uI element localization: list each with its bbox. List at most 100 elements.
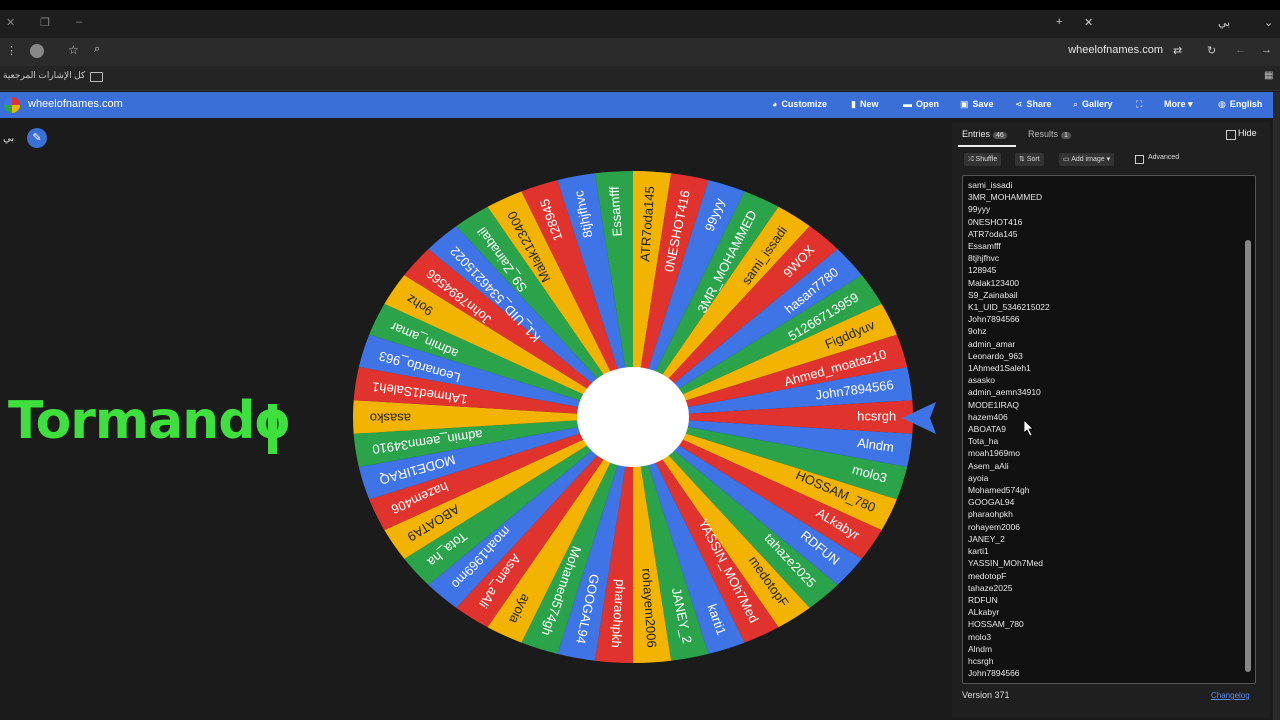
entry-line: admin_amar: [968, 338, 1016, 349]
entry-line: JANEY_2: [968, 533, 1005, 544]
fullscreen-button[interactable]: ⛶: [1136, 99, 1146, 110]
entry-line: John7894566: [968, 668, 1020, 679]
add-image-button[interactable]: ▭ Add image ▾: [1059, 153, 1115, 166]
mouse-cursor-icon: [1024, 420, 1034, 436]
wheel-label: hcsrgh: [857, 408, 896, 423]
tab-entries[interactable]: Entries 46: [962, 129, 1007, 139]
entry-line: K1_UID_5346215022: [968, 302, 1050, 313]
close-window-icon[interactable]: ✕: [6, 16, 15, 29]
forward-icon[interactable]: ←: [1235, 44, 1246, 56]
wheel-pointer-icon: [902, 402, 936, 434]
save-button[interactable]: ▣ Save: [960, 99, 994, 110]
language-button[interactable]: ◍ English: [1218, 99, 1262, 110]
all-bookmarks-label[interactable]: كل الإشارات المرجعية: [3, 70, 85, 81]
entry-line: Asem_aAli: [968, 460, 1009, 471]
results-count-badge: 1: [1061, 132, 1071, 139]
entry-line: Alndm: [968, 643, 993, 654]
apps-grid-icon[interactable]: ▦: [1264, 70, 1273, 81]
search-icon: ⌕: [1073, 99, 1079, 109]
entry-line: molo3: [968, 631, 992, 642]
image-icon: ▭: [1063, 156, 1072, 163]
entry-line: Tota_ha: [968, 436, 999, 447]
wheel-center-button[interactable]: [577, 367, 689, 467]
edit-title-button[interactable]: ✎: [27, 128, 47, 148]
save-icon: ▣: [960, 99, 969, 109]
page-scrollbar[interactable]: [1273, 92, 1280, 720]
customize-button[interactable]: ◕ Customize: [772, 99, 827, 109]
entry-line: YASSIN_MOh7Med: [968, 558, 1043, 569]
entry-line: 9ohz: [968, 326, 987, 337]
tab-results[interactable]: Results 1: [1028, 129, 1071, 139]
profile-avatar-icon[interactable]: [30, 44, 44, 58]
zoom-icon[interactable]: ⌕: [94, 43, 100, 56]
advanced-label: Advanced: [1148, 154, 1180, 161]
pencil-icon: ✎: [32, 132, 42, 144]
overlay-tormando-text: Tormando: [8, 391, 290, 451]
entries-scrollbar-thumb[interactable]: [1245, 240, 1251, 672]
share-icon: ⋖: [1015, 99, 1023, 109]
entry-line: admin_aemn34910: [968, 387, 1041, 398]
entry-line: ABOATA9: [968, 424, 1006, 435]
entry-line: Leonardo_963: [968, 350, 1023, 361]
entry-line: karti1: [968, 546, 989, 557]
tab-menu-icon[interactable]: ⌄: [1264, 16, 1273, 29]
shuffle-icon: ⤮: [968, 156, 976, 163]
tab-title[interactable]: بي: [1218, 16, 1230, 29]
minimize-window-icon[interactable]: –: [76, 16, 82, 28]
restore-window-icon[interactable]: ❐: [40, 16, 50, 29]
shuffle-button[interactable]: ⤮ Shuffle: [964, 153, 1002, 166]
entry-line: 3MR_MOHAMMED: [968, 192, 1043, 203]
entry-line: HOSSAM_780: [968, 619, 1024, 630]
entry-line: MODE1IRAQ: [968, 399, 1020, 410]
back-icon[interactable]: →: [1261, 44, 1272, 56]
bookmark-star-icon[interactable]: ☆: [68, 43, 79, 57]
brand-name[interactable]: wheelofnames.com: [28, 98, 123, 110]
entry-line: ATR7oda145: [968, 228, 1018, 239]
hide-label: Hide: [1238, 128, 1257, 138]
entry-line: 1Ahmed1Saleh1: [968, 363, 1031, 374]
new-tab-icon[interactable]: +: [1056, 16, 1062, 28]
sort-icon: ⇅: [1019, 156, 1027, 163]
entry-line: pharaohpkh: [968, 509, 1013, 520]
url-text[interactable]: wheelofnames.com: [1068, 44, 1163, 56]
close-tab-icon[interactable]: ✕: [1084, 16, 1093, 29]
changelog-link[interactable]: Changelog: [1211, 691, 1250, 700]
more-button[interactable]: More ▾: [1164, 99, 1193, 110]
entry-line: ayoia: [968, 472, 989, 483]
share-button[interactable]: ⋖ Share: [1015, 99, 1052, 110]
text-cursor: [268, 404, 277, 454]
os-title-bar: [0, 0, 1280, 10]
sort-button[interactable]: ⇅ Sort: [1015, 153, 1044, 166]
wheel-label: asasko: [370, 411, 411, 426]
entry-line: 99yyy: [968, 204, 991, 215]
address-bar[interactable]: [110, 41, 1195, 63]
entries-list[interactable]: sami_issadi 3MR_MOHAMMED 99yyy 0NESHOT416 AT…: [968, 179, 1050, 679]
entry-line: rohayem2006: [968, 521, 1020, 532]
new-button[interactable]: ▮ New: [851, 99, 878, 110]
entry-line: asasko: [968, 375, 995, 386]
entry-line: Malak123400: [968, 277, 1020, 288]
advanced-checkbox[interactable]: [1135, 155, 1144, 164]
entry-line: GOOGAL94: [968, 497, 1015, 508]
site-settings-icon[interactable]: ⇄: [1173, 44, 1182, 57]
hide-checkbox[interactable]: [1226, 130, 1236, 140]
open-button[interactable]: ▬ Open: [903, 99, 939, 109]
entry-line: Mohamed574gh: [968, 485, 1030, 496]
entry-line: Essamfff: [968, 241, 1001, 252]
fullscreen-icon: ⛶: [1136, 99, 1143, 109]
browser-tab-strip: ✕ ❐ – + ✕ بي ⌄: [0, 10, 1280, 38]
entry-line: 8tjhjfhvc: [968, 253, 1000, 264]
gallery-button[interactable]: ⌕ Gallery: [1073, 99, 1113, 110]
globe-icon: ◍: [1218, 99, 1226, 109]
name-wheel[interactable]: hcsrghAlndmmolo3HOSSAM_780ALkabyrRDFUNta…: [350, 168, 916, 664]
wheel-title: بي: [3, 133, 15, 144]
reload-icon[interactable]: ↻: [1207, 44, 1216, 57]
entry-line: sami_issadi: [968, 180, 1013, 190]
entry-line: 0NESHOT416: [968, 216, 1023, 227]
entry-line: John7894566: [968, 314, 1020, 325]
active-tab-indicator: [958, 145, 1016, 147]
browser-menu-icon[interactable]: ⋮: [6, 44, 17, 57]
palette-icon: ◕: [772, 99, 778, 109]
entry-line: RDFUN: [968, 594, 998, 605]
entry-line: moah1969mo: [968, 448, 1020, 459]
